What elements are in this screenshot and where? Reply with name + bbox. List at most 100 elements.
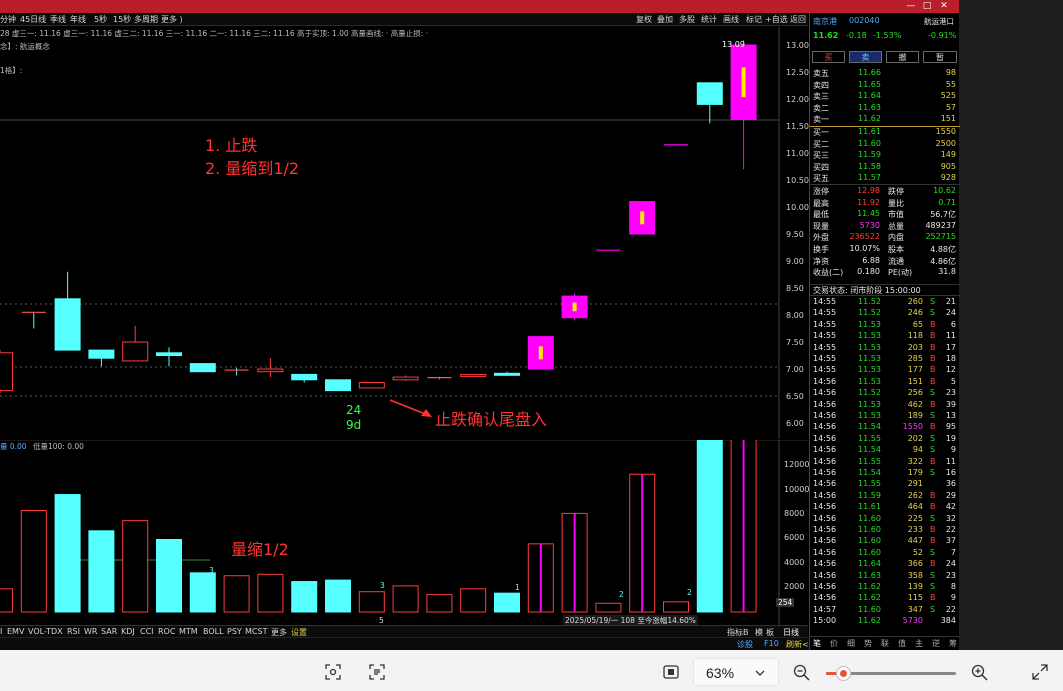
tab-trend[interactable]: 势 [864, 638, 872, 649]
zoom-out-icon[interactable] [793, 664, 810, 681]
tick-time: 14:55 [813, 297, 837, 306]
ind-tab-roc[interactable]: ROC [158, 627, 175, 636]
bid-price: 11.61 [858, 127, 881, 136]
tool-multistock[interactable]: 多股 [679, 14, 695, 25]
price-tick: 6.00 [786, 419, 804, 428]
tool-draw[interactable]: 画线 [723, 14, 739, 25]
zoom-slider[interactable] [826, 666, 956, 681]
vol-tick: 8000 [784, 509, 805, 518]
ask-row[interactable]: 卖二 11.63 57 [810, 103, 960, 115]
volume-bar [88, 530, 115, 613]
ask-row[interactable]: 卖四 11.65 55 [810, 80, 960, 92]
zoom-in-icon[interactable] [971, 664, 988, 681]
status-f10[interactable]: F10 [764, 639, 779, 648]
ask-label: 卖三 [813, 92, 829, 102]
scan-icon[interactable] [325, 664, 341, 680]
ind-tab-psy[interactable]: PSY [227, 627, 242, 636]
tick-time: 14:55 [813, 308, 837, 318]
period-tab-more[interactable]: 更多 ) [161, 14, 183, 25]
tab-detail[interactable]: 细 [847, 638, 855, 649]
tool-back[interactable]: 返回 [790, 14, 806, 25]
tick-price: 11.52 [858, 308, 881, 318]
status-diagnose[interactable]: 诊股 [737, 639, 753, 650]
close-button[interactable]: ✕ [937, 0, 951, 13]
ask-row[interactable]: 卖五 11.66 98 [810, 68, 960, 80]
tick-volume: 139 [907, 582, 923, 591]
ind-tab-wr[interactable]: WR [84, 627, 97, 636]
minimize-button[interactable]: — [904, 0, 918, 13]
tick-count: 384 [940, 616, 956, 626]
ask-row[interactable]: 卖三 11.64 525 [810, 91, 960, 103]
period-tab-quarter[interactable]: 季线 [50, 14, 66, 25]
tab-chips[interactable]: 筹 [949, 638, 957, 649]
tick-volume: 462 [907, 399, 923, 409]
tick-time: 14:56 [813, 490, 837, 500]
ask-row[interactable]: 卖一 11.62 151 [810, 114, 960, 126]
bid-row[interactable]: 买二 11.60 2500 [810, 139, 960, 151]
volume-chart[interactable] [0, 440, 808, 625]
ind-tab-mtm[interactable]: MTM [179, 627, 198, 636]
tick-count: 6 [950, 319, 956, 329]
tick-volume: 358 [907, 570, 923, 580]
ind-tab-mcst[interactable]: MCST [245, 627, 267, 636]
sector-change-pct: -0.91% [928, 31, 957, 40]
period-tab-5sec[interactable]: 5秒 [94, 14, 107, 25]
text-extract-icon[interactable] [369, 664, 385, 680]
candle-body [392, 376, 419, 381]
sell-button[interactable]: 卖 [849, 51, 882, 63]
tab-price[interactable]: 价 [830, 638, 838, 649]
zoom-select[interactable]: 63% [693, 658, 779, 686]
tool-fuquan[interactable]: 复权 [636, 14, 652, 25]
bid-row[interactable]: 买四 11.58 905 [810, 162, 960, 174]
tool-mark[interactable]: 标记 [746, 14, 762, 25]
tick-price: 11.53 [858, 411, 881, 420]
period-tab-multi[interactable]: 多周期 [134, 14, 158, 25]
period-tab-45day[interactable]: 45日线 [20, 14, 46, 25]
period-tab-year[interactable]: 年线 [70, 14, 86, 25]
volume-bar [696, 440, 723, 613]
sector-name[interactable]: 航运港口 [924, 16, 954, 27]
ind-tab-boll[interactable]: BOLL [203, 627, 224, 636]
ind-tab-vol[interactable]: VOL-TDX [28, 627, 63, 636]
tab-reverse[interactable]: 逆 [932, 638, 940, 649]
ind-tab-kdj[interactable]: KDJ [121, 627, 135, 636]
period-tab-minute[interactable]: 分钟 [0, 14, 16, 25]
tick-direction: S [930, 570, 936, 580]
status-refresh[interactable]: 刷新< [786, 639, 809, 650]
tick-row: 14:57 11.60 347 S 22 [810, 605, 960, 617]
tab-main[interactable]: 主 [915, 638, 923, 649]
bid-volume: 905 [940, 161, 956, 171]
maximize-button[interactable]: □ [920, 0, 934, 13]
ind-tab-emv[interactable]: EMV [7, 627, 24, 636]
bid-row[interactable]: 买三 11.59 149 [810, 150, 960, 162]
ind-tab-rsi[interactable]: RSI [67, 627, 80, 636]
ind-tab-sar[interactable]: SAR [101, 627, 117, 636]
tab-value[interactable]: 值 [898, 638, 906, 649]
period-tab-15sec[interactable]: 15秒 [113, 14, 131, 25]
volume-bar [122, 520, 149, 613]
ind-tab-cci[interactable]: CCI [140, 627, 154, 636]
tick-direction: S [930, 297, 936, 306]
candlestick-chart[interactable] [0, 27, 808, 439]
zoom-slider-thumb[interactable] [836, 666, 851, 681]
tab-bi[interactable]: 笔 [813, 638, 821, 649]
fit-screen-icon[interactable] [663, 665, 679, 679]
price-tick: 11.00 [786, 149, 809, 158]
fullscreen-icon[interactable] [1032, 664, 1048, 680]
tab-link[interactable]: 联 [881, 638, 889, 649]
stat-value: 31.8 [938, 267, 956, 277]
volume-bar [325, 579, 351, 613]
tool-add-watch[interactable]: +自选 [765, 14, 788, 25]
buy-button[interactable]: 买 [812, 51, 845, 63]
tool-overlay[interactable]: 叠加 [657, 14, 673, 25]
ind-tab[interactable]: I [0, 627, 2, 636]
pause-button[interactable]: 暂 [923, 51, 957, 63]
price-change-pct: -1.53% [873, 31, 902, 40]
tick-row: 15:00 11.62 5730 384 [810, 616, 960, 628]
tick-price: 11.53 [858, 331, 881, 341]
tool-stats[interactable]: 统计 [701, 14, 717, 25]
cancel-order-button[interactable]: 撤 [886, 51, 919, 63]
stat-label: 市值 [888, 210, 904, 220]
volume-bar [0, 588, 13, 613]
bid-row[interactable]: 买一 11.61 1550 [810, 127, 960, 139]
